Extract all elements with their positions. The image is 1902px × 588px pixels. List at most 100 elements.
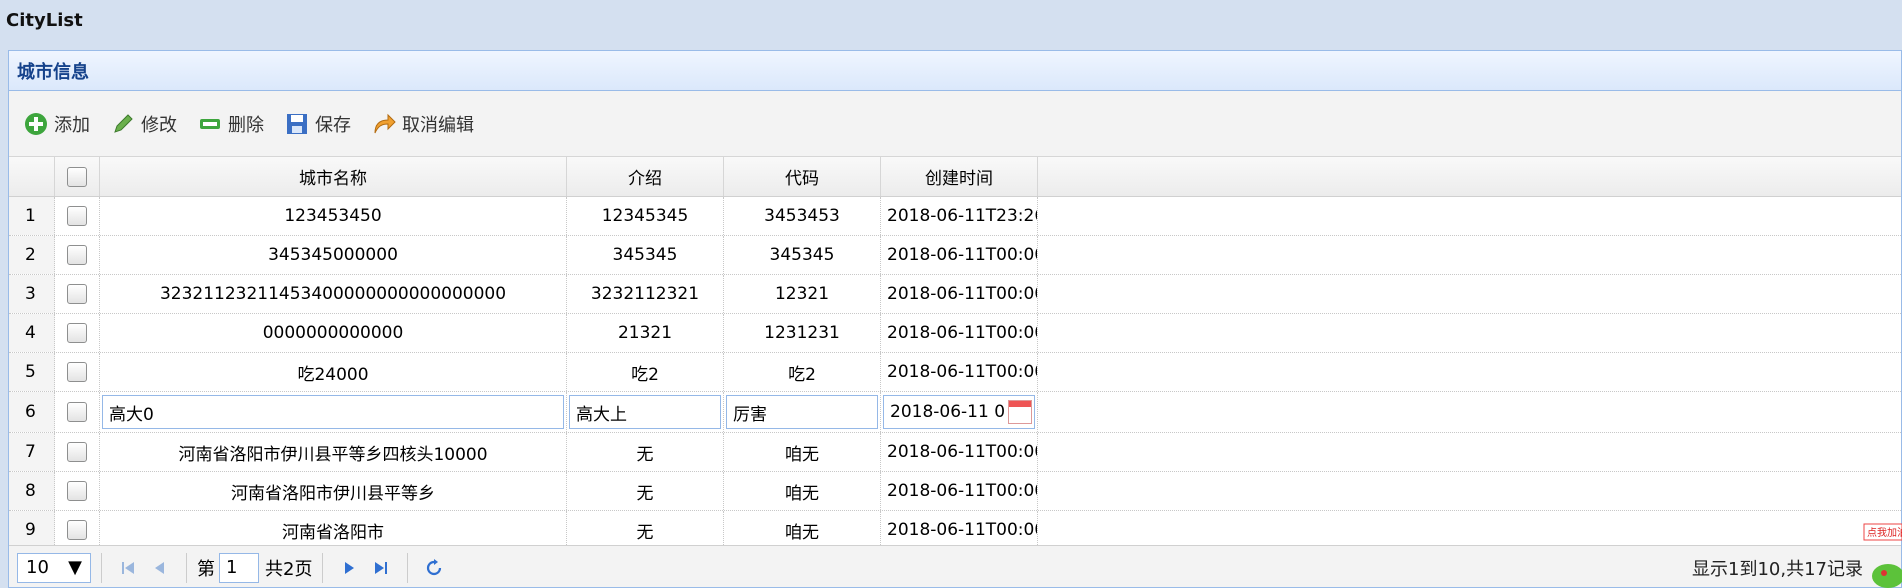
page-size-select[interactable]: 10 ▼ (17, 552, 91, 583)
chevron-down-icon: ▼ (68, 557, 82, 578)
row-checkbox-cell[interactable] (55, 392, 100, 432)
row-checkbox[interactable] (67, 481, 87, 501)
row-checkbox-cell[interactable] (55, 433, 100, 471)
row-checkbox[interactable] (67, 362, 87, 382)
date-input[interactable]: 2018-06-11 0 (883, 395, 1035, 429)
divider (101, 552, 102, 583)
row-checkbox[interactable] (67, 284, 87, 304)
cell-code[interactable]: 1231231 (724, 314, 881, 352)
cell-code[interactable]: 12321 (724, 275, 881, 313)
header-intro[interactable]: 介绍 (567, 157, 724, 196)
table-row[interactable]: 3 32321123211453400000000000000000 32321… (9, 275, 1901, 314)
table-row[interactable]: 1 123453450 12345345 3453453 2018-06-11T… (9, 197, 1901, 236)
row-checkbox[interactable] (67, 442, 87, 462)
table-row-editing[interactable]: 6 高大0 高大上 厉害 2018-06-11 0 (9, 392, 1901, 433)
refresh-button[interactable] (418, 553, 450, 583)
delete-label: 删除 (228, 114, 264, 136)
save-button[interactable]: 保存 (284, 111, 351, 137)
cell-name[interactable]: 吃24000 (100, 353, 567, 391)
cell-name[interactable]: 河南省洛阳市 (100, 511, 567, 549)
row-checkbox-cell[interactable] (55, 511, 100, 549)
cell-intro[interactable]: 345345 (567, 236, 724, 274)
date-input-value: 2018-06-11 0 (890, 402, 1006, 422)
page-prefix-label: 第 (197, 558, 215, 580)
row-number: 4 (9, 314, 55, 352)
cell-intro[interactable]: 无 (567, 472, 724, 510)
floating-badge[interactable]: 点我加油 (1858, 518, 1902, 588)
row-checkbox-cell[interactable] (55, 275, 100, 313)
cell-code[interactable]: 吃2 (724, 353, 881, 391)
row-number: 8 (9, 472, 55, 510)
intro-input[interactable]: 高大上 (569, 395, 721, 429)
cell-time[interactable]: 2018-06-11T00:00 (881, 353, 1038, 391)
cell-time[interactable]: 2018-06-11T00:00 (881, 314, 1038, 352)
grid-header: 城市名称 介绍 代码 创建时间 (9, 157, 1901, 197)
cell-name[interactable]: 345345000000 (100, 236, 567, 274)
cell-code[interactable]: 咱无 (724, 433, 881, 471)
cancel-edit-label: 取消编辑 (402, 114, 474, 136)
cell-time[interactable]: 2018-06-11T00:00 (881, 236, 1038, 274)
cell-intro[interactable]: 21321 (567, 314, 724, 352)
cell-name-editor: 高大0 (100, 392, 567, 432)
cancel-edit-button[interactable]: 取消编辑 (371, 111, 474, 137)
remove-icon (200, 118, 220, 129)
cell-intro[interactable]: 3232112321 (567, 275, 724, 313)
row-checkbox-cell[interactable] (55, 472, 100, 510)
header-select-all[interactable] (55, 157, 100, 196)
city-panel: 城市信息 添加 修改 删除 保存 取消编辑 城市名称 介绍 代码 创建时间 1 … (8, 50, 1902, 588)
cell-code[interactable]: 3453453 (724, 197, 881, 235)
header-time[interactable]: 创建时间 (881, 157, 1038, 196)
cell-time[interactable]: 2018-06-11T00:00 (881, 433, 1038, 471)
cell-name[interactable]: 河南省洛阳市伊川县平等乡 (100, 472, 567, 510)
table-row[interactable]: 2 345345000000 345345 345345 2018-06-11T… (9, 236, 1901, 275)
page-total-label: 共2页 (265, 558, 313, 580)
header-name[interactable]: 城市名称 (100, 157, 567, 196)
cell-intro[interactable]: 吃2 (567, 353, 724, 391)
cell-time[interactable]: 2018-06-11T00:00 (881, 472, 1038, 510)
row-checkbox[interactable] (67, 323, 87, 343)
cell-name[interactable]: 123453450 (100, 197, 567, 235)
edit-button[interactable]: 修改 (110, 111, 177, 137)
cell-time[interactable]: 2018-06-11T00:00 (881, 511, 1038, 549)
prev-page-button[interactable] (144, 553, 176, 583)
row-checkbox-cell[interactable] (55, 197, 100, 235)
cell-intro[interactable]: 12345345 (567, 197, 724, 235)
row-checkbox[interactable] (67, 520, 87, 540)
row-checkbox-cell[interactable] (55, 314, 100, 352)
select-all-checkbox[interactable] (67, 166, 87, 187)
row-checkbox-cell[interactable] (55, 353, 100, 391)
page-size-value: 10 (26, 557, 49, 578)
next-page-button[interactable] (333, 553, 365, 583)
table-row[interactable]: 5 吃24000 吃2 吃2 2018-06-11T00:00 (9, 353, 1901, 392)
code-input[interactable]: 厉害 (726, 395, 878, 429)
table-row[interactable]: 8 河南省洛阳市伊川县平等乡 无 咱无 2018-06-11T00:00 (9, 472, 1901, 511)
row-checkbox[interactable] (67, 245, 87, 265)
cell-time[interactable]: 2018-06-11T23:26 (881, 197, 1038, 235)
cell-intro[interactable]: 无 (567, 511, 724, 549)
row-checkbox[interactable] (67, 206, 87, 226)
header-code[interactable]: 代码 (724, 157, 881, 196)
cell-name[interactable]: 河南省洛阳市伊川县平等乡四核头10000 (100, 433, 567, 471)
first-page-button[interactable] (112, 553, 144, 583)
last-page-icon (375, 561, 388, 574)
edit-label: 修改 (141, 114, 177, 136)
add-button[interactable]: 添加 (23, 111, 90, 137)
cell-code[interactable]: 咱无 (724, 511, 881, 549)
delete-button[interactable]: 删除 (197, 111, 264, 137)
cell-intro[interactable]: 无 (567, 433, 724, 471)
cell-name[interactable]: 32321123211453400000000000000000 (100, 275, 567, 313)
badge-text: 点我加油 (1867, 526, 1902, 539)
add-label: 添加 (54, 114, 90, 136)
row-checkbox-cell[interactable] (55, 236, 100, 274)
name-input[interactable]: 高大0 (102, 395, 564, 429)
cell-code[interactable]: 咱无 (724, 472, 881, 510)
last-page-button[interactable] (365, 553, 397, 583)
calendar-icon[interactable] (1008, 400, 1032, 424)
table-row[interactable]: 7 河南省洛阳市伊川县平等乡四核头10000 无 咱无 2018-06-11T0… (9, 433, 1901, 472)
cell-time[interactable]: 2018-06-11T00:00 (881, 275, 1038, 313)
table-row[interactable]: 4 0000000000000 21321 1231231 2018-06-11… (9, 314, 1901, 353)
page-number-input[interactable]: 1 (219, 552, 259, 583)
row-checkbox[interactable] (67, 402, 87, 422)
cell-code[interactable]: 345345 (724, 236, 881, 274)
cell-name[interactable]: 0000000000000 (100, 314, 567, 352)
